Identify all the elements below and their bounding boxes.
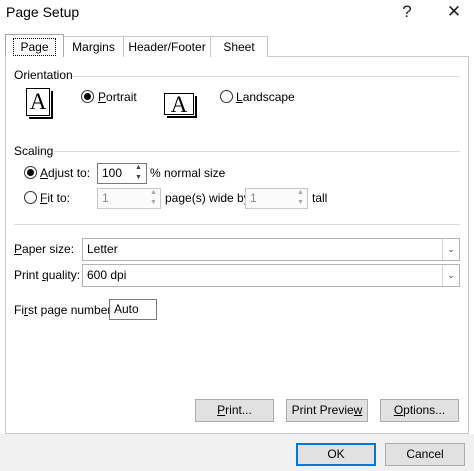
paper-size-label: Paper size:: [14, 242, 75, 256]
print-button[interactable]: Print...: [195, 399, 274, 422]
spinner-up-icon[interactable]: ▲: [293, 188, 308, 198]
print-preview-button[interactable]: Print Preview: [286, 399, 368, 422]
portrait-radio[interactable]: [81, 90, 94, 103]
print-quality-select[interactable]: 600 dpi ⌄: [82, 264, 460, 287]
ok-button[interactable]: OK: [296, 443, 376, 466]
paper-size-value: Letter: [87, 242, 118, 256]
chevron-down-icon[interactable]: ⌄: [442, 239, 459, 260]
tab-margins[interactable]: Margins: [63, 36, 124, 57]
fit-to-label[interactable]: Fit to:: [40, 191, 70, 205]
paper-size-select[interactable]: Letter ⌄: [82, 238, 460, 261]
orientation-group-label: Orientation: [14, 68, 73, 82]
print-quality-label: Print quality:: [14, 268, 81, 282]
spinner-up-icon[interactable]: ▲: [131, 163, 146, 173]
adjust-to-label[interactable]: Adjust to:: [40, 166, 90, 180]
cancel-button[interactable]: Cancel: [385, 443, 465, 466]
landscape-page-icon: A: [164, 93, 197, 118]
dialog-title: Page Setup: [6, 4, 80, 20]
tab-page[interactable]: Page: [5, 34, 64, 57]
orientation-group-line: [72, 76, 460, 77]
spinner-up-icon[interactable]: ▲: [146, 188, 161, 198]
paper-divider: [14, 224, 460, 225]
tall-label: tall: [312, 191, 328, 205]
spinner-down-icon[interactable]: ▼: [146, 198, 161, 208]
print-quality-value: 600 dpi: [87, 268, 127, 282]
spinner-down-icon[interactable]: ▼: [131, 173, 146, 183]
scaling-group-label: Scaling: [14, 144, 54, 158]
landscape-label[interactable]: Landscape: [236, 90, 295, 104]
portrait-label[interactable]: Portrait: [98, 90, 137, 104]
portrait-page-icon: A: [26, 88, 53, 119]
first-page-number-input[interactable]: Auto: [109, 299, 157, 320]
normal-size-label: % normal size: [150, 166, 226, 180]
help-button[interactable]: ?: [396, 2, 418, 22]
adjust-to-spinner[interactable]: ▲ ▼: [131, 163, 146, 184]
spinner-down-icon[interactable]: ▼: [293, 198, 308, 208]
chevron-down-icon[interactable]: ⌄: [442, 265, 459, 286]
adjust-to-radio[interactable]: [24, 166, 37, 179]
fit-wide-spinner[interactable]: ▲ ▼: [146, 188, 161, 209]
pages-wide-label: page(s) wide by: [165, 191, 250, 205]
fit-to-radio[interactable]: [24, 191, 37, 204]
close-button[interactable]: ✕: [443, 2, 465, 22]
landscape-radio[interactable]: [220, 90, 233, 103]
tab-header-footer[interactable]: Header/Footer: [123, 36, 211, 57]
tab-page-label: Page: [13, 38, 56, 56]
tab-sheet[interactable]: Sheet: [210, 36, 268, 57]
fit-tall-spinner[interactable]: ▲ ▼: [293, 188, 308, 209]
scaling-group-line: [54, 151, 460, 152]
first-page-number-label: First page number:: [14, 303, 115, 317]
options-button[interactable]: Options...: [380, 399, 459, 422]
